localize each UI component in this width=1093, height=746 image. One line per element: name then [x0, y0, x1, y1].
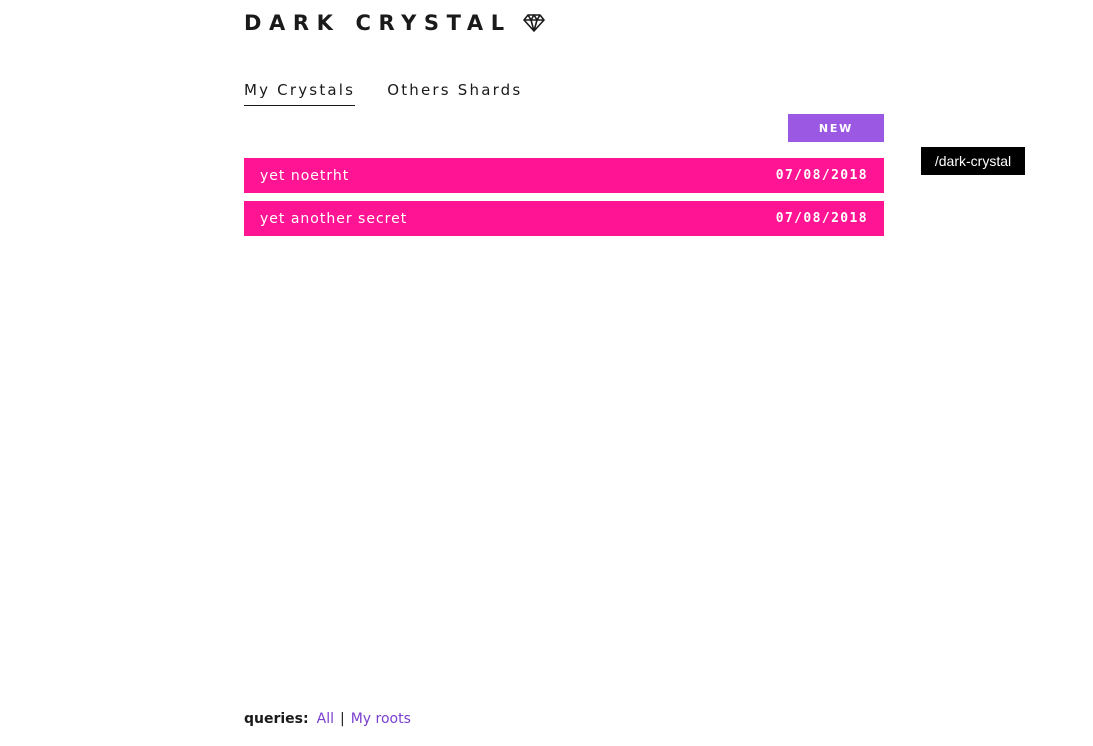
tab-bar: My Crystals Others Shards — [244, 80, 554, 106]
tab-my-crystals[interactable]: My Crystals — [244, 80, 356, 106]
crystal-name: yet another secret — [260, 210, 408, 227]
crystal-date: 07/08/2018 — [775, 211, 868, 226]
new-button[interactable]: NEW — [788, 114, 884, 142]
queries-label: queries: — [244, 711, 309, 727]
app-container: DARK CRYSTAL My Crystals Others Shards N… — [244, 0, 884, 746]
crystal-list: yet noetrht 07/08/2018 yet another secre… — [244, 158, 884, 244]
query-link-my-roots[interactable]: My roots — [351, 711, 411, 727]
gem-icon — [522, 13, 546, 33]
query-link-all[interactable]: All — [317, 711, 334, 727]
crystal-row[interactable]: yet noetrht 07/08/2018 — [244, 158, 884, 193]
crystal-row[interactable]: yet another secret 07/08/2018 — [244, 201, 884, 236]
title-row: DARK CRYSTAL — [244, 8, 546, 38]
tab-others-shards[interactable]: Others Shards — [387, 80, 522, 106]
crystal-date: 07/08/2018 — [775, 168, 868, 183]
route-badge: /dark-crystal — [921, 147, 1025, 175]
query-separator: | — [339, 711, 345, 727]
queries-footer: queries: All | My roots — [244, 709, 411, 729]
app-title: DARK CRYSTAL — [244, 11, 512, 35]
crystal-name: yet noetrht — [260, 167, 350, 184]
